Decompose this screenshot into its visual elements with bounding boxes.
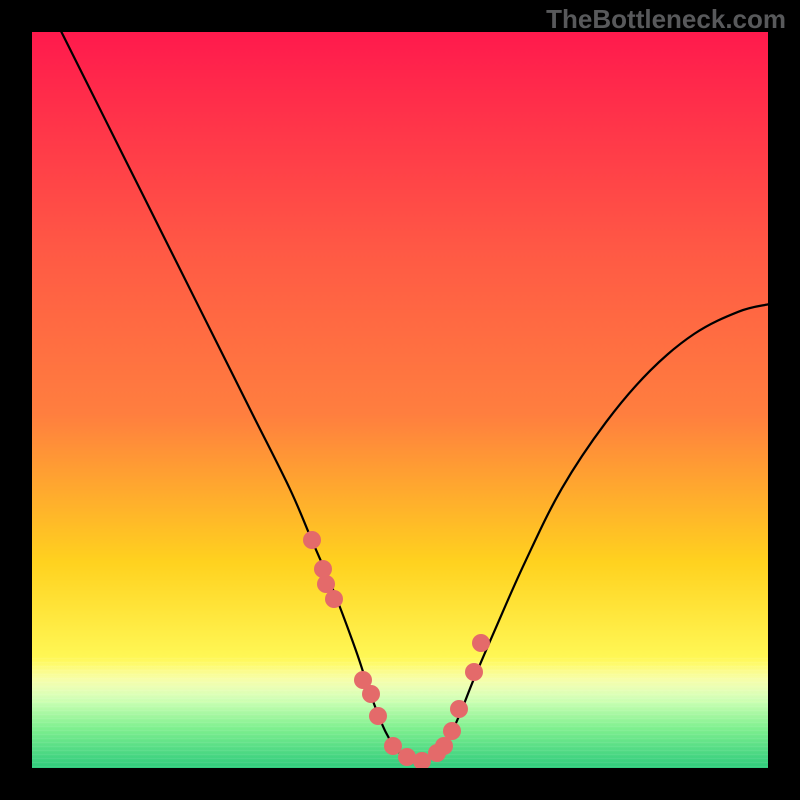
curve-marker (369, 707, 387, 725)
chart-container: TheBottleneck.com (0, 0, 800, 800)
plot-area (32, 32, 768, 768)
watermark-text: TheBottleneck.com (546, 4, 786, 35)
bottleneck-curve (61, 32, 768, 761)
curve-marker (450, 700, 468, 718)
curve-marker (303, 531, 321, 549)
curve-layer (32, 32, 768, 768)
curve-marker (465, 663, 483, 681)
curve-marker (443, 722, 461, 740)
curve-marker (472, 634, 490, 652)
curve-marker (362, 685, 380, 703)
curve-marker (325, 590, 343, 608)
